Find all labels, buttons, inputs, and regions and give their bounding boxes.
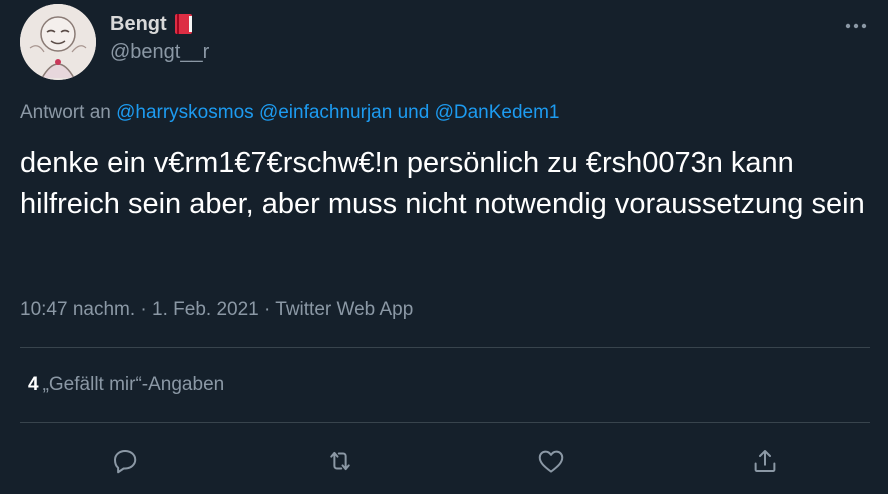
avatar[interactable] [20, 4, 96, 80]
mention-link[interactable]: @DanKedem1 [435, 102, 560, 123]
mention-link[interactable]: @einfachnurjan [259, 102, 392, 123]
author-handle[interactable]: @bengt__r [110, 41, 209, 64]
reply-prefix: Antwort an [20, 102, 111, 123]
reply-button[interactable] [107, 443, 143, 479]
tweet-date[interactable]: 1. Feb. 2021 [152, 299, 259, 320]
tweet-source[interactable]: Twitter Web App [275, 299, 413, 320]
reply-context: Antwort an @harryskosmos @einfachnurjan … [20, 102, 560, 124]
mention-link[interactable]: @harryskosmos [116, 102, 254, 123]
avatar-illustration [20, 4, 96, 80]
like-button[interactable] [533, 443, 569, 479]
author-display-name[interactable]: Bengt [110, 12, 195, 36]
more-options-icon[interactable] [844, 14, 868, 38]
meta-separator: · [140, 299, 147, 320]
likes-stat[interactable]: 4 „Gefällt mir“-Angaben [28, 374, 224, 396]
retweet-icon [330, 451, 350, 471]
likes-count: 4 [28, 374, 39, 395]
share-button[interactable] [747, 443, 783, 479]
tweet-text: denke ein v€rm1€7€rschw€!n persönlich zu… [20, 147, 865, 220]
closed-book-icon [173, 12, 195, 36]
retweet-button[interactable] [322, 443, 358, 479]
meta-separator: · [264, 299, 271, 320]
like-icon [538, 450, 564, 473]
reply-conjunction: und [397, 102, 430, 123]
display-name-text: Bengt [110, 12, 167, 35]
share-icon [754, 450, 776, 472]
reply-icon [114, 450, 137, 474]
divider [20, 347, 870, 348]
likes-label: „Gefällt mir“-Angaben [42, 374, 225, 395]
tweet-time[interactable]: 10:47 nachm. [20, 299, 135, 320]
tweet-meta: 10:47 nachm. · 1. Feb. 2021 · Twitter We… [20, 299, 413, 321]
divider [20, 422, 870, 423]
